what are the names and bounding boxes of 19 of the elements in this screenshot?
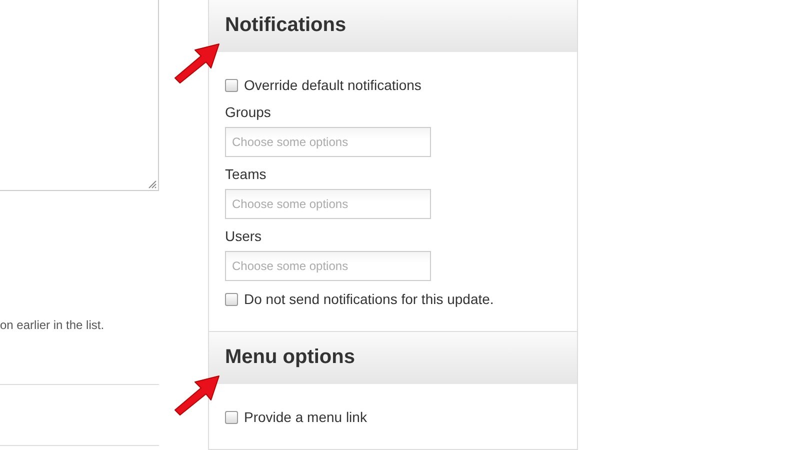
help-text: on earlier in the list. [0, 317, 106, 333]
checkbox-label: Provide a menu link [244, 408, 367, 426]
resize-grip-icon [147, 179, 157, 189]
section-header: Menu options [209, 332, 577, 384]
checkbox-label: Do not send notifications for this update. [244, 290, 494, 308]
checkbox-row[interactable]: Do not send notifications for this update. [225, 289, 561, 309]
checkbox[interactable] [225, 78, 238, 92]
select-field[interactable]: Choose some options [225, 189, 431, 219]
field-label: Groups [225, 103, 272, 121]
section-header: Notifications [209, 0, 577, 52]
checkbox-row[interactable]: Override default notifications [225, 75, 561, 95]
field-label: Teams [225, 165, 268, 183]
checkbox-label: Override default notifications [244, 76, 422, 94]
checkbox[interactable] [225, 292, 238, 306]
select-field[interactable]: Choose some options [225, 127, 431, 157]
checkbox-row[interactable]: Provide a menu link [225, 407, 561, 427]
field-label: Users [225, 227, 263, 245]
select-field[interactable]: Choose some options [225, 251, 431, 281]
checkbox[interactable] [225, 410, 238, 424]
